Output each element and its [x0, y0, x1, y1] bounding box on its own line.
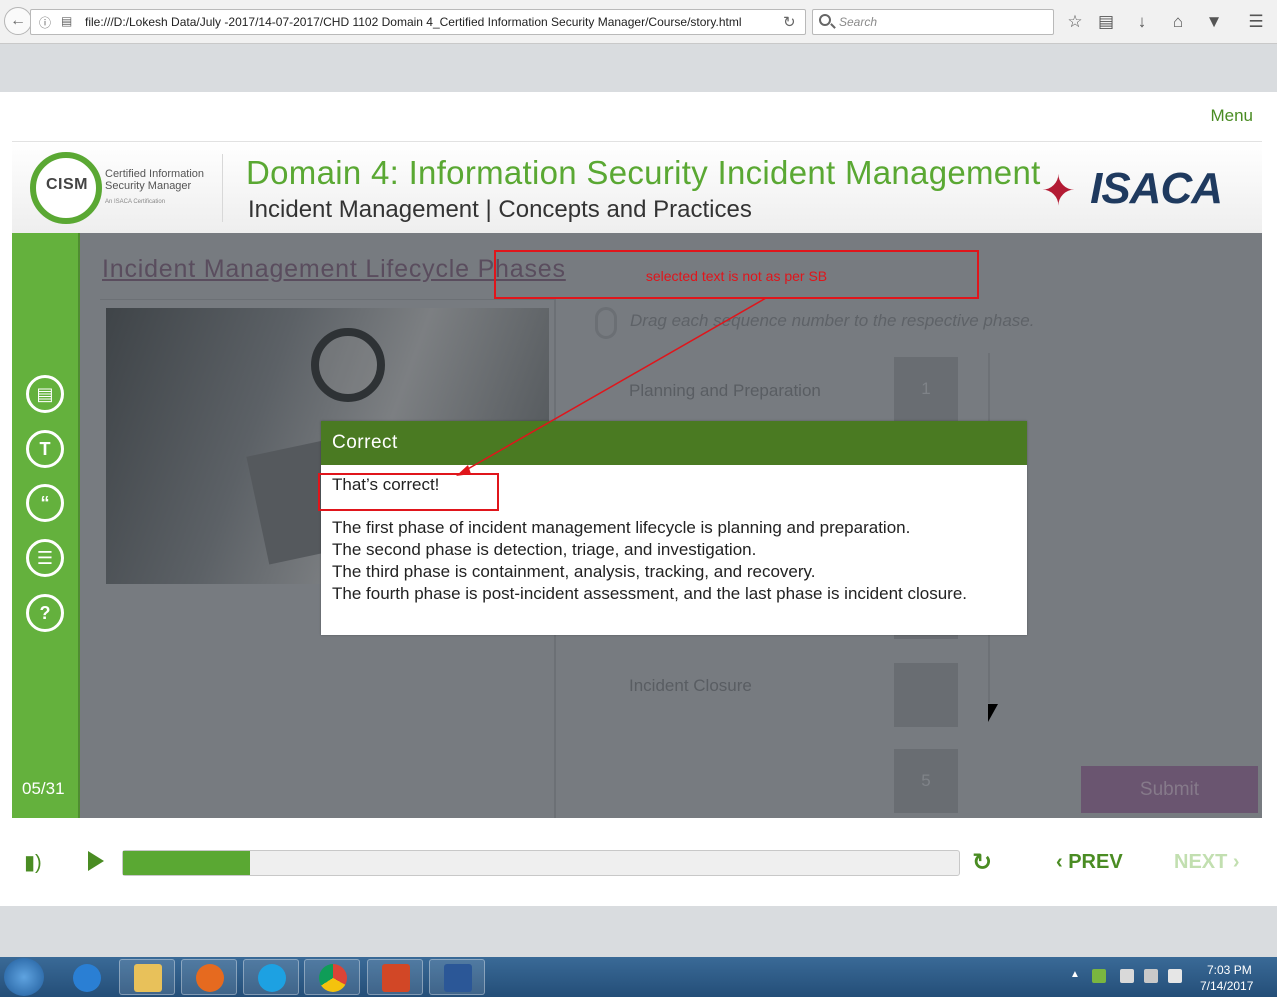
browser-toolbar: ← ⓘ ▤ file:///D:/Lokesh Data/July -2017/…	[0, 0, 1277, 44]
domain-subtitle: Incident Management | Concepts and Pract…	[248, 196, 752, 223]
phase-label: Incident Closure	[629, 676, 752, 695]
clock-time[interactable]: 7:03 PM	[1207, 963, 1252, 977]
transcript-icon[interactable]: T	[26, 430, 64, 468]
progress-bar[interactable]	[122, 850, 960, 876]
action-center-flag-icon[interactable]	[1120, 969, 1134, 983]
sequence-drop-target[interactable]	[894, 663, 958, 727]
phase-label: Planning and Preparation	[629, 381, 821, 400]
ie-icon	[73, 964, 101, 992]
next-label: NEXT	[1174, 851, 1228, 873]
powerpoint-taskbar-button[interactable]	[367, 959, 423, 995]
left-rail: ▤ T “ ☰ ? 05/31	[12, 233, 78, 818]
chrome-taskbar-button[interactable]	[304, 959, 360, 995]
magnifying-glass-icon	[311, 328, 385, 402]
home-icon[interactable]: ⌂	[1166, 10, 1190, 34]
ie-taskbar-button[interactable]	[58, 959, 114, 995]
mouse-cursor-icon	[988, 704, 998, 722]
feedback-line: The third phase is containment, analysis…	[332, 562, 816, 581]
bookmark-star-icon[interactable]: ☆	[1063, 10, 1087, 34]
network-icon[interactable]	[1144, 969, 1158, 983]
folder-icon	[134, 964, 162, 992]
info-icon[interactable]: ⓘ	[39, 14, 51, 31]
pocket-icon[interactable]: ▼	[1202, 10, 1226, 34]
annotation-text: selected text is not as per SB	[645, 268, 828, 284]
next-button[interactable]: NEXT ›	[1174, 851, 1240, 874]
windows-taskbar: ▲ 7:03 PM 7/14/2017	[0, 957, 1277, 997]
firefox-taskbar-button[interactable]	[181, 959, 237, 995]
url-text[interactable]: file:///D:/Lokesh Data/July -2017/14-07-…	[85, 15, 742, 29]
tray-expand-icon[interactable]: ▲	[1070, 969, 1084, 983]
reload-icon[interactable]: ↻	[783, 13, 796, 31]
progress-fill	[123, 851, 251, 875]
cism-logo-text: CISM	[46, 176, 88, 193]
explorer-taskbar-button[interactable]	[119, 959, 175, 995]
cism-caption-line3: An ISACA Certification	[105, 199, 166, 205]
cism-caption-line2: Security Manager	[105, 180, 192, 192]
help-icon[interactable]: ?	[26, 594, 64, 632]
course-header: CISM Certified Information Security Mana…	[12, 141, 1262, 233]
prev-label: PREV	[1068, 851, 1123, 873]
speaker-icon[interactable]: ▮)	[24, 851, 48, 875]
powerpoint-icon	[382, 964, 410, 992]
quote-icon[interactable]: “	[26, 484, 64, 522]
mouse-icon	[595, 307, 617, 339]
page-counter: 05/31	[22, 779, 65, 798]
feedback-dialog: Correct That’s correct! The first phase …	[321, 421, 1027, 635]
download-icon[interactable]: ↓	[1130, 10, 1154, 34]
sequence-drop-target[interactable]: 5	[894, 749, 958, 813]
feedback-line: The fourth phase is post-incident assess…	[332, 584, 968, 603]
sequence-drop-target[interactable]: 1	[894, 357, 958, 421]
word-taskbar-button[interactable]	[429, 959, 485, 995]
url-bar[interactable]: ⓘ ▤ file:///D:/Lokesh Data/July -2017/14…	[30, 9, 806, 35]
prev-button[interactable]: ‹ PREV	[1056, 851, 1123, 874]
menu-link[interactable]: Menu	[1210, 106, 1253, 126]
notes-icon[interactable]: ▤	[26, 375, 64, 413]
feedback-line: The second phase is detection, triage, a…	[332, 540, 757, 559]
resources-layers-icon[interactable]: ☰	[26, 539, 64, 577]
search-input[interactable]: Search	[812, 9, 1054, 35]
instruction-text: Drag each sequence number to the respect…	[630, 311, 1035, 330]
rail-divider	[78, 233, 80, 818]
firefox-icon	[196, 964, 224, 992]
reading-list-icon[interactable]: ▤	[1094, 10, 1118, 34]
submit-button[interactable]: Submit	[1081, 766, 1258, 813]
back-arrow-icon[interactable]: ←	[4, 7, 32, 35]
skype-icon	[258, 964, 286, 992]
skype-taskbar-button[interactable]	[243, 959, 299, 995]
feedback-header: Correct	[321, 421, 1027, 465]
domain-title: Domain 4: Information Security Incident …	[246, 154, 1041, 191]
feedback-line: The first phase of incident management l…	[332, 518, 911, 537]
search-icon	[819, 14, 831, 26]
page-icon: ▤	[61, 14, 73, 28]
tray-app-icon[interactable]	[1092, 969, 1106, 983]
word-icon	[444, 964, 472, 992]
play-icon[interactable]	[88, 851, 104, 871]
volume-icon[interactable]	[1168, 969, 1182, 983]
cism-caption-line1: Certified Information	[105, 168, 205, 180]
windows-start-icon[interactable]	[4, 958, 44, 996]
annotation-callout: selected text is not as per SB	[494, 250, 979, 299]
search-placeholder: Search	[839, 15, 878, 29]
replay-icon[interactable]: ↻	[972, 849, 1000, 877]
cism-logo-icon: CISM	[30, 152, 102, 224]
clock-date[interactable]: 7/14/2017	[1200, 979, 1253, 993]
isaca-logo: ISACA	[1090, 164, 1223, 213]
annotation-highlight-box	[318, 473, 499, 511]
isaca-star-icon: ✦	[1040, 167, 1076, 214]
cism-logo-caption: Certified Information Security Manager A…	[105, 168, 215, 208]
header-divider	[222, 154, 223, 222]
chrome-icon	[319, 964, 347, 992]
hamburger-menu-icon[interactable]: ☰	[1244, 10, 1268, 34]
